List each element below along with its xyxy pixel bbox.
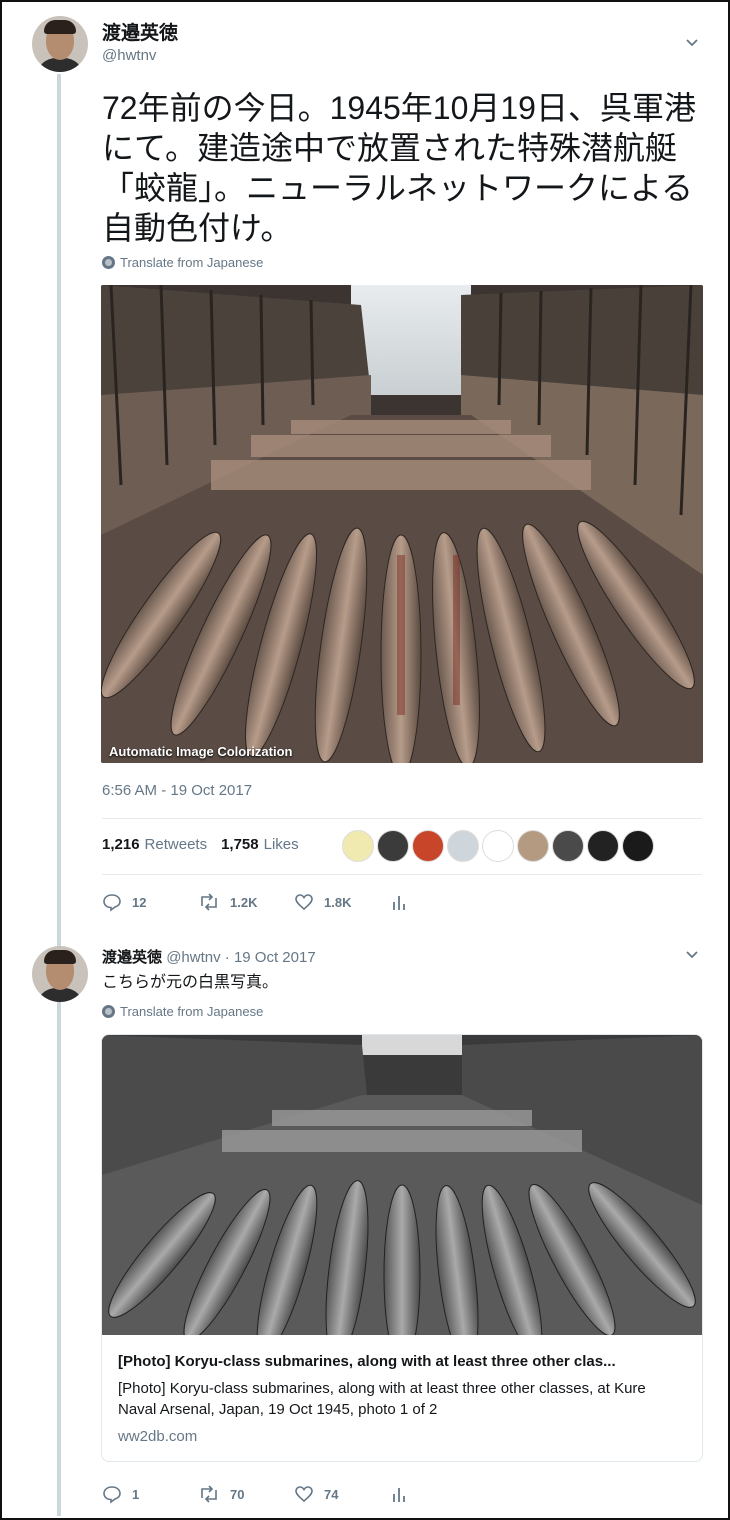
liker-avatar[interactable] [482,830,514,862]
reply-button[interactable]: 1 [102,1484,198,1504]
retweet-icon [201,893,217,911]
card-body: [Photo] Koryu-class submarines, along wi… [102,1335,702,1445]
analytics-button[interactable] [390,892,486,912]
colorized-photo[interactable]: Automatic Image Colorization [101,285,703,763]
tweet-date[interactable]: · 19 Oct 2017 [225,949,316,966]
author-avatar[interactable] [32,946,88,1002]
author-handle[interactable]: @hwtnv [102,47,156,64]
liker-avatar[interactable] [552,830,584,862]
tweet-text: 72年前の今日。1945年10月19日、呉軍港にて。建造途中で放置された特殊潜航… [102,90,696,246]
card-description: [Photo] Koryu-class submarines, along wi… [118,1380,646,1418]
liker-avatar[interactable] [517,830,549,862]
likes-stat[interactable]: 1,758 Likes [221,836,299,853]
thread-line [57,74,61,1516]
chevron-down-icon[interactable] [685,36,699,50]
like-button[interactable]: 74 [294,1484,390,1504]
reply-icon [103,1486,121,1504]
translate-link[interactable]: Translate from Japanese [102,1004,263,1019]
liker-avatar[interactable] [622,830,654,862]
bw-photo [102,1035,702,1335]
analytics-icon [393,896,405,910]
liker-avatar[interactable] [412,830,444,862]
translate-link[interactable]: Translate from Japanese [102,255,263,270]
translate-label[interactable]: Translate from Japanese [120,1004,263,1019]
image-caption: Automatic Image Colorization [109,744,293,759]
translate-label[interactable]: Translate from Japanese [120,255,263,270]
retweet-icon [201,1485,217,1503]
link-card[interactable]: [Photo] Koryu-class submarines, along wi… [101,1034,703,1462]
author-name[interactable]: 渡邉英徳 [102,949,162,966]
reply-icon [103,894,121,912]
tweet-actions: 1 70 74 [102,1484,486,1504]
analytics-button[interactable] [390,1484,486,1504]
author-avatar[interactable] [32,16,88,72]
divider [102,874,702,875]
retweets-stat[interactable]: 1,216 Retweets [102,836,207,853]
tweet-timestamp[interactable]: 6:56 AM - 19 Oct 2017 [102,782,252,799]
card-title[interactable]: [Photo] Koryu-class submarines, along wi… [118,1353,686,1370]
retweet-button[interactable]: 70 [198,1484,294,1504]
retweet-button[interactable]: 1.2K [198,892,294,912]
author-handle[interactable]: @hwtnv [166,949,220,966]
divider [102,818,702,819]
like-button[interactable]: 1.8K [294,892,390,912]
liker-avatar[interactable] [587,830,619,862]
globe-icon [102,256,115,269]
liker-avatar[interactable] [342,830,374,862]
card-domain[interactable]: ww2db.com [118,1428,686,1445]
heart-icon [295,1486,313,1503]
liker-avatar[interactable] [377,830,409,862]
liker-avatar[interactable] [447,830,479,862]
globe-icon [102,1005,115,1018]
chevron-down-icon[interactable] [685,948,699,962]
heart-icon [295,894,313,911]
tweet-actions: 12 1.2K 1.8K [102,892,486,912]
analytics-icon [393,1488,405,1502]
tweet-stats: 1,216 Retweets 1,758 Likes [102,836,299,853]
author-name[interactable]: 渡邉英徳 [102,18,178,45]
reply-button[interactable]: 12 [102,892,198,912]
tweet2-header: 渡邉英徳 @hwtnv · 19 Oct 2017 [102,946,316,967]
tweet-text: こちらが元の白黒写真。 [102,974,279,991]
